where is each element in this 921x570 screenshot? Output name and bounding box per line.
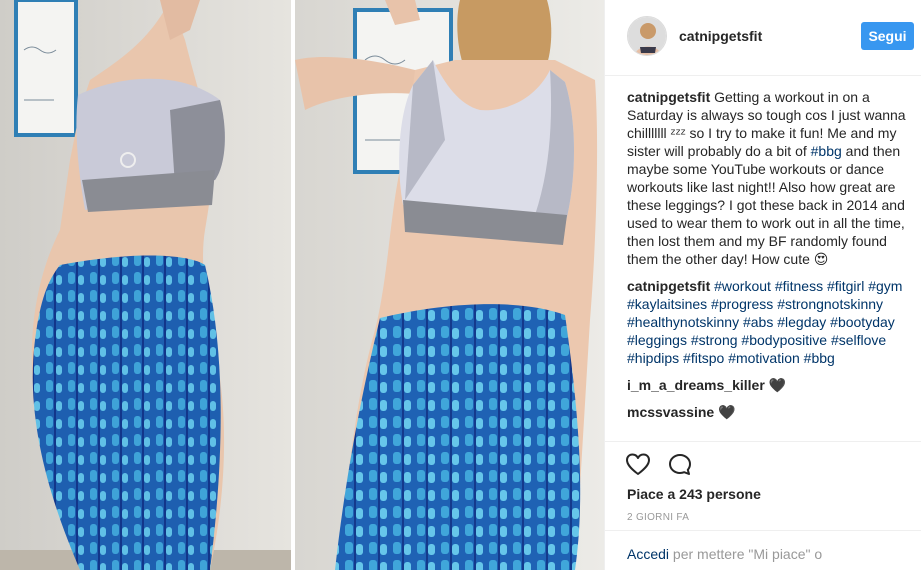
hashtag-link[interactable]: #fitgirl: [827, 278, 864, 294]
hashtag-link[interactable]: #legday: [777, 314, 826, 330]
avatar[interactable]: [627, 16, 667, 56]
hashtag-link[interactable]: #hipdips: [627, 350, 679, 366]
hashtag-link[interactable]: #motivation: [728, 350, 800, 366]
post-actions: Piace a 243 persone 2 GIORNI FA Accedi p…: [605, 441, 921, 570]
comment-text: 🖤: [714, 404, 736, 420]
comment: i_m_a_dreams_killer 🖤: [627, 376, 911, 394]
caption-username[interactable]: catnipgetsfit: [627, 89, 710, 105]
likes-count[interactable]: Piace a 243 persone: [627, 486, 761, 502]
hashtag-comment: catnipgetsfit #workout #fitness #fitgirl…: [627, 277, 911, 367]
post-sidebar: catnipgetsfit Segui catnipgetsfit Gettin…: [604, 0, 921, 570]
heart-outline-icon[interactable]: [625, 452, 651, 478]
hashtag-link[interactable]: #fitness: [775, 278, 823, 294]
comment-username[interactable]: mcssvassine: [627, 404, 714, 420]
photo-front-view-image: [295, 0, 604, 570]
comment-bubble-icon[interactable]: [667, 452, 693, 478]
hashtag-link[interactable]: #fitspo: [683, 350, 724, 366]
caption-hashtag[interactable]: #bbg: [811, 143, 842, 159]
hashtag-comment-username[interactable]: catnipgetsfit: [627, 278, 710, 294]
avatar-image: [628, 17, 666, 55]
post-author-username[interactable]: catnipgetsfit: [679, 28, 762, 44]
post-header: catnipgetsfit Segui: [605, 0, 921, 76]
post-photo[interactable]: [0, 0, 604, 570]
hashtag-link[interactable]: #kaylaitsines: [627, 296, 707, 312]
hashtag-link[interactable]: #workout: [714, 278, 771, 294]
hashtag-link[interactable]: #strong: [691, 332, 738, 348]
photo-front-view: [295, 0, 604, 570]
post-timestamp: 2 GIORNI FA: [627, 512, 690, 523]
login-prompt: Accedi per mettere "Mi piace" o: [605, 530, 921, 562]
caption: catnipgetsfit Getting a workout in on a …: [627, 88, 911, 268]
comment: mcssvassine 🖤: [627, 403, 911, 421]
follow-button[interactable]: Segui: [861, 22, 914, 50]
hashtag-link[interactable]: #leggings: [627, 332, 687, 348]
hashtag-link[interactable]: #bootyday: [830, 314, 895, 330]
photo-side-view-image: [0, 0, 291, 570]
login-prompt-text: per mettere "Mi piace" o: [669, 546, 823, 562]
hashtag-link[interactable]: #healthynotskinny: [627, 314, 739, 330]
login-link[interactable]: Accedi: [627, 546, 669, 562]
hashtag-link[interactable]: #strongnotskinny: [777, 296, 883, 312]
caption-text-2: and then maybe some YouTube workouts or …: [627, 143, 905, 267]
comment-username[interactable]: i_m_a_dreams_killer: [627, 377, 765, 393]
comments-list[interactable]: catnipgetsfit Getting a workout in on a …: [627, 88, 911, 440]
comment-text: 🖤: [764, 377, 787, 393]
hashtag-link[interactable]: #progress: [711, 296, 773, 312]
hashtag-link[interactable]: #abs: [743, 314, 773, 330]
hashtag-link[interactable]: #bbg: [804, 350, 835, 366]
photo-side-view: [0, 0, 291, 570]
hashtag-link[interactable]: #selflove: [831, 332, 886, 348]
hashtag-link[interactable]: #gym: [868, 278, 902, 294]
hashtag-link[interactable]: #bodypositive: [741, 332, 827, 348]
